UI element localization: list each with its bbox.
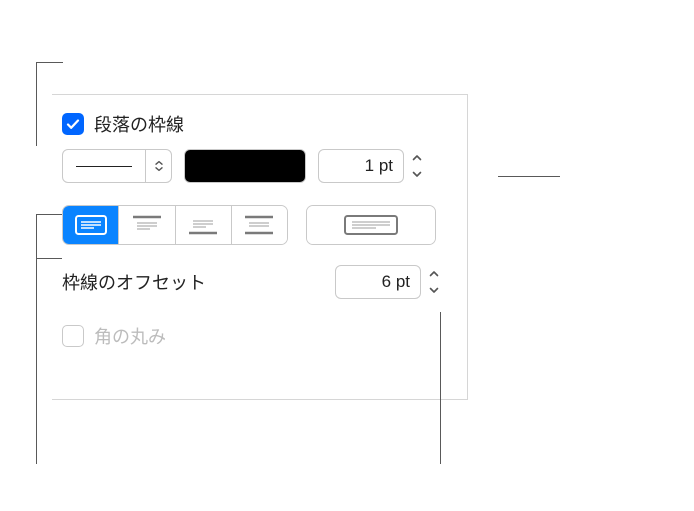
paragraph-borders-checkbox[interactable] xyxy=(62,113,84,135)
chevron-up-down-icon xyxy=(153,160,165,172)
border-outline-icon xyxy=(342,213,400,237)
border-position-all[interactable] xyxy=(63,206,118,244)
border-position-row xyxy=(52,205,467,245)
border-all-icon xyxy=(74,214,108,236)
border-offset-stepper xyxy=(335,265,443,299)
callout-leader xyxy=(498,176,560,177)
border-offset-label: 枠線のオフセット xyxy=(62,269,206,295)
border-offset-step-down[interactable] xyxy=(425,283,443,297)
border-style-controls xyxy=(52,149,467,183)
border-bottom-icon xyxy=(186,214,220,236)
border-position-bottom[interactable] xyxy=(175,206,231,244)
rounded-corners-checkbox[interactable] xyxy=(62,325,84,347)
line-style-preview xyxy=(63,150,145,182)
callout-leader xyxy=(36,62,37,146)
border-color-well[interactable] xyxy=(184,149,306,183)
border-position-top-bottom[interactable] xyxy=(231,206,287,244)
border-position-group-outline xyxy=(306,205,436,245)
callout-leader xyxy=(36,62,63,63)
border-position-top[interactable] xyxy=(118,206,174,244)
paragraph-borders-checkbox-row: 段落の枠線 xyxy=(52,111,467,137)
line-style-dropdown-button[interactable] xyxy=(145,150,171,182)
callout-leader xyxy=(36,214,62,215)
chevron-down-icon xyxy=(412,170,422,178)
callout-leader xyxy=(36,258,62,259)
border-offset-step-up[interactable] xyxy=(425,267,443,281)
rounded-corners-row: 角の丸み xyxy=(52,323,467,349)
checkmark-icon xyxy=(65,116,81,132)
line-weight-step-down[interactable] xyxy=(408,167,426,181)
border-position-outline[interactable] xyxy=(307,206,435,244)
rounded-corners-label: 角の丸み xyxy=(94,323,166,349)
line-weight-field[interactable] xyxy=(318,149,404,183)
border-offset-row: 枠線のオフセット xyxy=(52,265,467,299)
border-position-group xyxy=(62,205,288,245)
line-icon xyxy=(76,166,132,167)
paragraph-borders-label: 段落の枠線 xyxy=(94,111,184,137)
border-offset-field[interactable] xyxy=(335,265,421,299)
line-weight-step-up[interactable] xyxy=(408,151,426,165)
line-weight-stepper xyxy=(318,149,426,183)
callout-leader xyxy=(440,312,441,464)
chevron-up-icon xyxy=(429,270,439,278)
border-top-icon xyxy=(130,214,164,236)
border-top-bottom-icon xyxy=(242,214,276,236)
callout-leader xyxy=(36,214,37,464)
chevron-up-icon xyxy=(412,154,422,162)
line-style-picker[interactable] xyxy=(62,149,172,183)
paragraph-borders-panel: 段落の枠線 xyxy=(52,94,468,400)
chevron-down-icon xyxy=(429,286,439,294)
